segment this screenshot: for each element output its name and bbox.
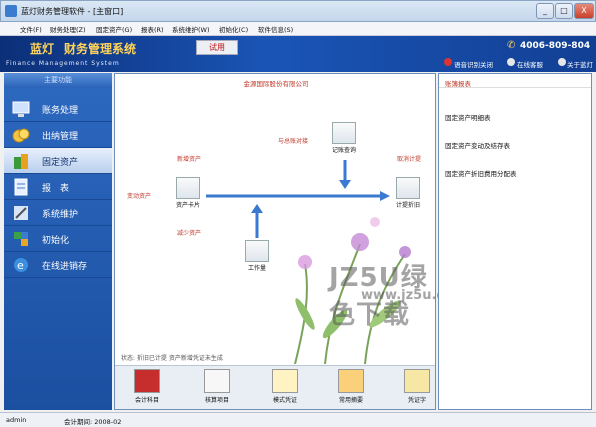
chat-icon [507, 58, 515, 66]
sidebar-item-label: 初始化 [42, 236, 70, 246]
sidebar-item-accounting[interactable]: 账务处理 [4, 96, 112, 122]
sidebar-item-label: 账务处理 [42, 106, 79, 116]
sidebar-item-label: 出纳管理 [42, 132, 79, 142]
puzzle-icon [14, 232, 28, 246]
maximize-button[interactable]: □ [555, 3, 573, 19]
template-voucher-button[interactable]: 模式凭证 [265, 369, 305, 407]
report-icon [14, 178, 28, 196]
sidebar-item-maintenance[interactable]: 系统维护 [4, 200, 112, 226]
chart-of-accounts-button[interactable]: 会计科目 [127, 369, 167, 407]
asset-card-button[interactable]: 资产卡片 [171, 177, 205, 209]
sidebar-item-online-erp[interactable]: e 在线进销存 [4, 252, 112, 278]
coins-icon [12, 128, 30, 143]
book-icon [134, 369, 160, 393]
accounting-period: 会计期间: 2008-02 [64, 418, 122, 426]
info-icon [558, 58, 566, 66]
sidebar-item-fixed-assets[interactable]: 固定资产 [4, 148, 112, 174]
ie-icon: e [14, 258, 28, 272]
menu-init[interactable]: 初始化(C) [219, 24, 248, 34]
sidebar-item-cashier[interactable]: 出纳管理 [4, 122, 112, 148]
voucher-icon [404, 369, 430, 393]
current-user: admin [6, 416, 27, 424]
sidebar-item-label: 固定资产 [42, 158, 79, 168]
microphone-icon [444, 58, 452, 66]
monitor-icon [12, 101, 30, 117]
window-title: 蓝灯财务管理软件 - [主窗口] [21, 7, 124, 16]
arrow-right-icon [206, 191, 390, 201]
report-link-asset-detail[interactable]: 固定资产明细表 [445, 112, 491, 122]
tools-icon [14, 206, 28, 220]
building-icon [14, 154, 28, 169]
voucher-link-label: 与总账对接 [278, 138, 309, 145]
phone-icon: ✆ [507, 40, 516, 51]
menu-fixed-assets[interactable]: 固定资产(G) [96, 24, 132, 34]
hotline-number: 4006-809-804 [520, 41, 591, 51]
arrow-up-icon [251, 204, 263, 238]
accounting-items-label: 核算项目 [204, 397, 229, 404]
status-bar: admin 会计期间: 2008-02 [0, 412, 596, 427]
voice-toggle-link[interactable]: 语音识别关闭 [454, 59, 493, 69]
workload-icon [245, 240, 269, 262]
app-icon [5, 5, 17, 17]
sidebar: 主要功能 账务处理 出纳管理 固定资产 报 表 系统维护 初始化 e 在线进销存 [4, 73, 112, 410]
online-service-link[interactable]: 在线客服 [517, 59, 543, 69]
menu-software-info[interactable]: 软件信息(S) [258, 24, 293, 34]
chart-of-accounts-label: 会计科目 [134, 397, 159, 404]
reduce-asset-label: 减少资产 [177, 230, 202, 237]
depreciation-icon [396, 177, 420, 199]
template-icon [272, 369, 298, 393]
workload-button[interactable]: 工作量 [240, 240, 274, 272]
sidebar-title: 主要功能 [4, 73, 112, 88]
report-link-asset-change[interactable]: 固定资产变动及结存表 [445, 140, 510, 150]
items-icon [204, 369, 230, 393]
reports-panel-title: 账簿报表 [439, 74, 591, 88]
sidebar-item-init[interactable]: 初始化 [4, 226, 112, 252]
menu-maintenance[interactable]: 系统维护(W) [172, 24, 210, 34]
ledger-query-label: 记账查询 [331, 147, 356, 154]
brand-name: 蓝灯 [30, 42, 55, 56]
header-banner: 蓝灯 财务管理系统 试用 Finance Management System ✆… [0, 36, 596, 72]
arrow-down-icon [339, 160, 351, 189]
asset-status-text: 状态: 折旧已计提 资产新增凭证未生成 [121, 355, 223, 362]
brand-product: 财务管理系统 [64, 42, 137, 56]
ledger-query-button[interactable]: 记账查询 [327, 122, 361, 154]
svg-text:e: e [17, 259, 24, 272]
menu-bar: 文件(F) 财务处理(Z) 固定资产(G) 报表(R) 系统维护(W) 初始化(… [0, 22, 596, 36]
common-summary-button[interactable]: 常用摘要 [331, 369, 371, 407]
title-bar: 蓝灯财务管理软件 - [主窗口] _ □ X [0, 0, 596, 22]
menu-accounting[interactable]: 财务处理(Z) [50, 24, 86, 34]
ledger-icon [332, 122, 356, 144]
menu-file[interactable]: 文件(F) [20, 24, 42, 34]
add-asset-label: 新增资产 [177, 156, 202, 163]
brand-subtitle: Finance Management System [6, 60, 120, 67]
report-link-depreciation-allocation[interactable]: 固定资产折旧费用分配表 [445, 168, 517, 178]
accounting-items-button[interactable]: 核算项目 [197, 369, 237, 407]
asset-card-icon [176, 177, 200, 199]
sidebar-item-reports[interactable]: 报 表 [4, 174, 112, 200]
reports-panel: 账簿报表 固定资产明细表 固定资产变动及结存表 固定资产折旧费用分配表 [438, 73, 592, 410]
cancel-depreciation-label: 取消计提 [397, 156, 422, 163]
asset-card-label: 资产卡片 [175, 202, 200, 209]
depreciation-label: 计提折旧 [395, 202, 420, 209]
close-button[interactable]: X [574, 3, 594, 19]
voucher-type-button[interactable]: 凭证字 [397, 369, 437, 407]
quick-toolbar: 会计科目 核算项目 模式凭证 常用摘要 凭证字 [115, 365, 435, 409]
change-asset-label: 变动资产 [127, 193, 152, 200]
workload-label: 工作量 [247, 265, 266, 272]
voucher-type-label: 凭证字 [407, 397, 426, 404]
minimize-button[interactable]: _ [536, 3, 554, 19]
about-link[interactable]: 关于蓝灯 [567, 59, 593, 69]
fixed-assets-workspace: 金源国际股份有限公司 记账查询 与总账对接 资产卡片 新增资产 变动资产 减少资… [114, 73, 467, 410]
flower-icon [338, 369, 364, 393]
common-summary-label: 常用摘要 [338, 397, 363, 404]
sidebar-item-label: 系统维护 [42, 210, 79, 220]
depreciation-button[interactable]: 计提折旧 [391, 177, 425, 209]
template-voucher-label: 模式凭证 [272, 397, 297, 404]
menu-reports[interactable]: 报表(R) [141, 24, 164, 34]
sidebar-item-label: 报 表 [42, 184, 70, 194]
sidebar-item-label: 在线进销存 [42, 262, 88, 272]
trial-badge: 试用 [196, 40, 238, 55]
company-name: 金源国际股份有限公司 [243, 80, 309, 88]
